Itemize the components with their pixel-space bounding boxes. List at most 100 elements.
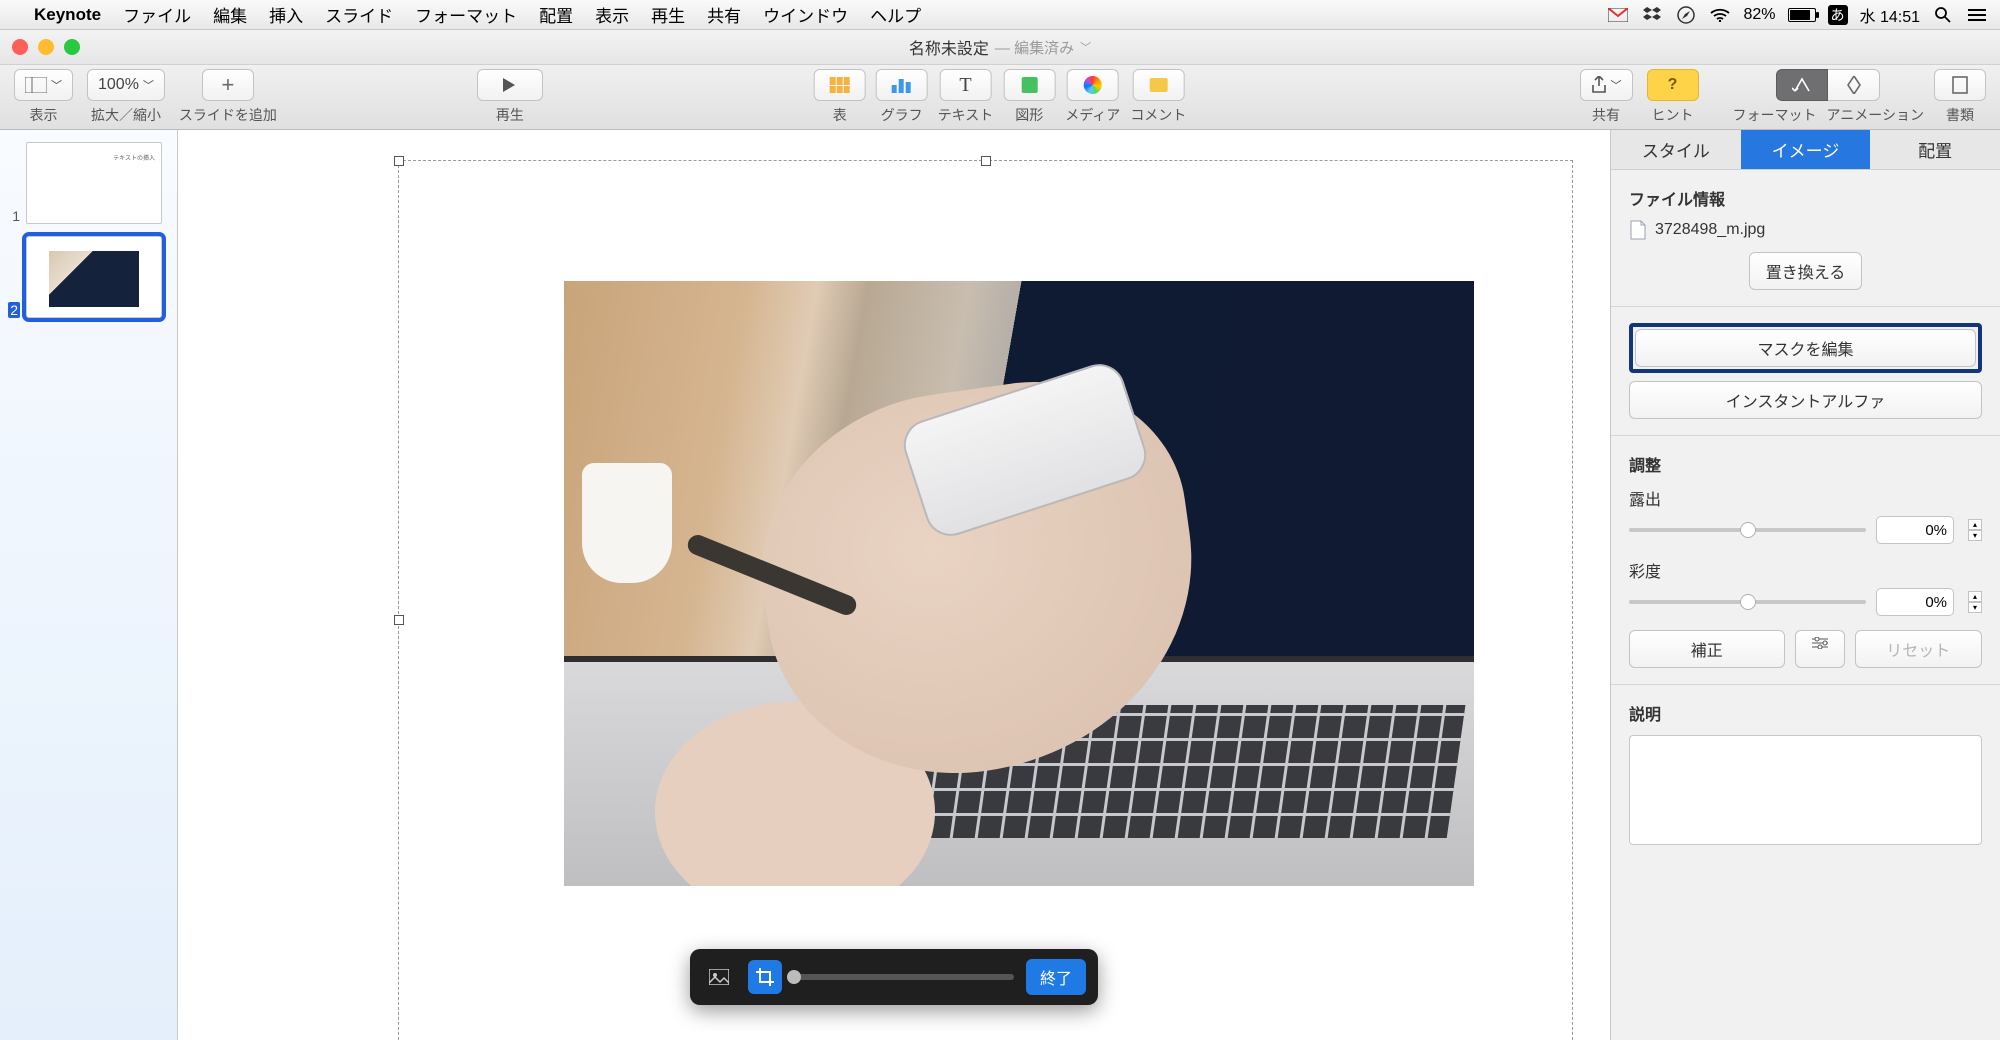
comment-icon bbox=[1149, 78, 1167, 92]
chart-button[interactable] bbox=[876, 69, 928, 101]
description-section: 説明 bbox=[1611, 685, 2000, 861]
instant-alpha-button[interactable]: インスタントアルファ bbox=[1629, 381, 1982, 419]
menu-window[interactable]: ウインドウ bbox=[763, 2, 848, 27]
document-inspector-button[interactable] bbox=[1934, 69, 1986, 101]
close-window-button[interactable] bbox=[12, 39, 28, 55]
menu-play[interactable]: 再生 bbox=[651, 2, 685, 27]
menu-insert[interactable]: 挿入 bbox=[269, 2, 303, 27]
menu-share[interactable]: 共有 bbox=[707, 2, 741, 27]
animate-inspector-button[interactable] bbox=[1828, 69, 1880, 101]
media-label: メディア bbox=[1065, 105, 1120, 125]
comment-button[interactable] bbox=[1132, 69, 1184, 101]
shape-button[interactable] bbox=[1003, 69, 1055, 101]
menu-file[interactable]: ファイル bbox=[123, 2, 191, 27]
media-icon bbox=[1084, 76, 1102, 94]
slide-thumbnail-1[interactable]: テキストの挿入 bbox=[26, 142, 162, 224]
menu-edit[interactable]: 編集 bbox=[213, 2, 247, 27]
control-center-icon[interactable] bbox=[1966, 4, 1988, 26]
mask-done-button[interactable]: 終了 bbox=[1026, 959, 1086, 995]
exposure-value-field[interactable]: 0% bbox=[1876, 516, 1954, 544]
mask-zoom-knob[interactable] bbox=[787, 970, 801, 984]
clock[interactable]: 水 14:51 bbox=[1860, 3, 1921, 27]
gmail-menubar-icon[interactable] bbox=[1607, 4, 1629, 26]
exposure-stepper[interactable]: ▴▾ bbox=[1968, 519, 1982, 541]
menu-view[interactable]: 表示 bbox=[595, 2, 629, 27]
resize-handle-tl[interactable] bbox=[394, 156, 404, 166]
safari-menubar-icon[interactable] bbox=[1675, 4, 1697, 26]
tab-arrange[interactable]: 配置 bbox=[1870, 130, 2000, 169]
app-name[interactable]: Keynote bbox=[34, 5, 101, 25]
play-label: 再生 bbox=[496, 105, 524, 125]
media-button[interactable] bbox=[1067, 69, 1119, 101]
menu-arrange[interactable]: 配置 bbox=[539, 2, 573, 27]
tab-image[interactable]: イメージ bbox=[1741, 130, 1871, 169]
reset-button[interactable]: リセット bbox=[1855, 630, 1982, 668]
slide-canvas[interactable]: 終了 bbox=[178, 130, 1610, 1040]
description-textarea[interactable] bbox=[1629, 735, 1982, 845]
menu-slide[interactable]: スライド bbox=[325, 2, 393, 27]
slide1-preview-text: テキストの挿入 bbox=[113, 153, 155, 162]
wifi-icon[interactable] bbox=[1709, 4, 1731, 26]
chart-label: グラフ bbox=[881, 105, 923, 125]
format-label: フォーマット bbox=[1733, 105, 1817, 125]
fullscreen-window-button[interactable] bbox=[64, 39, 80, 55]
dropbox-menubar-icon[interactable] bbox=[1641, 4, 1663, 26]
adjust-title: 調整 bbox=[1629, 452, 1982, 476]
title-chevron-icon[interactable]: ﹀ bbox=[1080, 39, 1091, 55]
spotlight-icon[interactable] bbox=[1932, 4, 1954, 26]
zoom-button[interactable]: 100%﹀ bbox=[87, 69, 165, 101]
slide-navigator: 1 テキストの挿入 2 bbox=[0, 130, 178, 1040]
edit-mask-highlight: マスクを編集 bbox=[1629, 323, 1982, 373]
menu-format[interactable]: フォーマット bbox=[415, 2, 517, 27]
table-button[interactable] bbox=[814, 69, 866, 101]
battery-icon[interactable] bbox=[1788, 8, 1816, 22]
exposure-slider[interactable] bbox=[1629, 528, 1866, 532]
menu-help[interactable]: ヘルプ bbox=[870, 2, 921, 27]
traffic-lights bbox=[12, 39, 80, 55]
shape-label: 図形 bbox=[1015, 105, 1043, 125]
adjust-settings-button[interactable] bbox=[1795, 630, 1845, 668]
shape-icon bbox=[1021, 77, 1037, 93]
comment-label: コメント bbox=[1130, 105, 1186, 125]
mask-editor-popup: 終了 bbox=[690, 949, 1098, 1005]
format-inspector-button[interactable] bbox=[1776, 69, 1828, 101]
saturation-label: 彩度 bbox=[1629, 558, 1982, 582]
sliders-icon bbox=[1812, 637, 1828, 649]
add-slide-button[interactable]: + bbox=[202, 69, 254, 101]
edit-mask-button[interactable]: マスクを編集 bbox=[1635, 329, 1976, 367]
share-button[interactable]: ﹀ bbox=[1580, 69, 1633, 101]
photo-cup bbox=[582, 463, 672, 583]
tab-style[interactable]: スタイル bbox=[1611, 130, 1741, 169]
slide-image[interactable] bbox=[564, 281, 1474, 886]
slide-number-2: 2 bbox=[8, 302, 20, 318]
view-button[interactable]: ﹀ bbox=[14, 69, 73, 101]
exposure-slider-knob[interactable] bbox=[1740, 522, 1756, 538]
replace-image-button[interactable]: 置き換える bbox=[1749, 252, 1863, 290]
image-selection-outline bbox=[398, 160, 1573, 1040]
mask-crop-mode-button[interactable] bbox=[748, 960, 782, 994]
document-edited-label: — 編集済み bbox=[995, 37, 1074, 58]
resize-handle-ml[interactable] bbox=[394, 615, 404, 625]
document-title[interactable]: 名称未設定 bbox=[909, 35, 989, 59]
play-button[interactable] bbox=[477, 69, 543, 101]
resize-handle-tc[interactable] bbox=[981, 156, 991, 166]
text-button[interactable]: T bbox=[939, 69, 991, 101]
saturation-slider-knob[interactable] bbox=[1740, 594, 1756, 610]
hint-label: ヒント bbox=[1652, 105, 1694, 125]
enhance-button[interactable]: 補正 bbox=[1629, 630, 1785, 668]
add-slide-label: スライドを追加 bbox=[179, 105, 277, 125]
table-icon bbox=[830, 77, 850, 93]
hint-button[interactable]: ? bbox=[1647, 69, 1699, 101]
mask-image-mode-button[interactable] bbox=[702, 960, 736, 994]
battery-percent: 82% bbox=[1743, 6, 1775, 24]
toolbar: ﹀ 表示 100%﹀ 拡大／縮小 + スライドを追加 再生 表 グラフ Tテキス… bbox=[0, 65, 2000, 130]
file-type-icon bbox=[1629, 220, 1647, 240]
ime-indicator[interactable]: あ bbox=[1828, 5, 1848, 25]
mask-zoom-slider[interactable] bbox=[794, 974, 1014, 980]
slide-thumbnail-2[interactable] bbox=[26, 236, 162, 318]
main-area: 1 テキストの挿入 2 bbox=[0, 130, 2000, 1040]
saturation-value-field[interactable]: 0% bbox=[1876, 588, 1954, 616]
minimize-window-button[interactable] bbox=[38, 39, 54, 55]
saturation-stepper[interactable]: ▴▾ bbox=[1968, 591, 1982, 613]
saturation-slider[interactable] bbox=[1629, 600, 1866, 604]
